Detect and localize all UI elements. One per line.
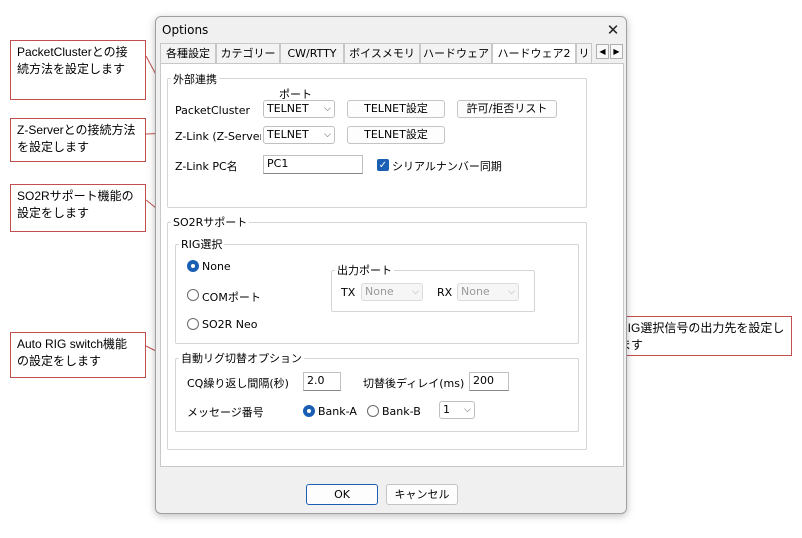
- callout-so2r: SO2Rサポート機能の設定をします: [10, 184, 146, 232]
- pc-name-label: Z-Link PC名: [175, 160, 238, 173]
- auto-rig-group: [175, 358, 579, 432]
- cq-interval-label: CQ繰り返し間隔(秒): [187, 377, 289, 390]
- auto-rig-label: 自動リグ切替オプション: [179, 350, 304, 366]
- permit-deny-list-button[interactable]: 許可/拒否リスト: [457, 100, 557, 118]
- switch-delay-input[interactable]: 200: [469, 372, 509, 391]
- zlink-port-value: TELNET: [267, 128, 309, 141]
- rig-none-radio[interactable]: [187, 260, 199, 272]
- callout-zserver: Z-Serverとの接続方法を設定します: [10, 118, 146, 162]
- chevron-down-icon: ⌵: [464, 405, 471, 415]
- tx-port-value: None: [365, 285, 394, 298]
- tab-scroll-left-icon[interactable]: ◀: [596, 44, 609, 59]
- rig-none-label: None: [202, 260, 231, 273]
- tab-voice-memory[interactable]: ボイスメモリ: [344, 43, 420, 63]
- chevron-down-icon: ⌵: [508, 287, 515, 297]
- cancel-button[interactable]: キャンセル: [386, 484, 458, 505]
- message-number-value: 1: [443, 403, 450, 416]
- bank-a-radio[interactable]: [303, 405, 315, 417]
- close-icon[interactable]: ✕: [604, 20, 622, 40]
- bank-a-label: Bank-A: [318, 405, 357, 418]
- callout-autorig: Auto RIG switch機能の設定をします: [10, 332, 146, 378]
- callout-autorig-text: Auto RIG switch機能の設定をします: [17, 337, 128, 368]
- callout-packetcluster-text: PacketClusterとの接続方法を設定します: [17, 45, 128, 76]
- tab-category[interactable]: カテゴリー: [216, 43, 280, 63]
- tab-more[interactable]: リ: [576, 43, 592, 63]
- serial-sync-label: シリアルナンバー同期: [392, 160, 502, 173]
- pc-name-input[interactable]: PC1: [263, 155, 363, 174]
- cq-interval-input[interactable]: 2.0: [303, 372, 341, 391]
- rx-port-value: None: [461, 285, 490, 298]
- message-number-select[interactable]: 1 ⌵: [439, 401, 475, 419]
- dialog-title: Options: [162, 23, 209, 37]
- callout-rig-signal-text: RIG選択信号の出力先を設定します: [619, 321, 785, 352]
- title-bar: Options ✕: [156, 17, 626, 45]
- zlink-telnet-settings-button[interactable]: TELNET設定: [347, 126, 445, 144]
- bank-b-label: Bank-B: [382, 405, 421, 418]
- chevron-down-icon: ⌵: [412, 287, 419, 297]
- chevron-down-icon: ⌵: [324, 130, 331, 140]
- tab-panel: 外部連携 ポート PacketCluster TELNET ⌵ TELNET設定 …: [160, 63, 624, 467]
- tab-hardware2[interactable]: ハードウェア2: [492, 43, 576, 64]
- tab-hardware[interactable]: ハードウェア: [420, 43, 492, 63]
- rig-so2rneo-radio[interactable]: [187, 318, 199, 330]
- chevron-down-icon: ⌵: [324, 104, 331, 114]
- packet-label: PacketCluster: [175, 104, 251, 117]
- message-number-label: メッセージ番号: [187, 406, 264, 419]
- switch-delay-label: 切替後ディレイ(ms): [363, 377, 465, 390]
- zlink-label: Z-Link (Z-Server): [175, 130, 261, 143]
- bank-b-radio[interactable]: [367, 405, 379, 417]
- external-group-label: 外部連携: [171, 71, 219, 87]
- ok-button[interactable]: OK: [306, 484, 378, 505]
- callout-zserver-text: Z-Serverとの接続方法を設定します: [17, 123, 136, 154]
- tx-port-select[interactable]: None ⌵: [361, 283, 423, 301]
- telnet-settings-button[interactable]: TELNET設定: [347, 100, 445, 118]
- tab-strip: 各種設定 カテゴリー CW/RTTY ボイスメモリ ハードウェア ハードウェア2…: [160, 43, 624, 64]
- rig-com-radio[interactable]: [187, 289, 199, 301]
- packet-port-select[interactable]: TELNET ⌵: [263, 100, 335, 118]
- options-dialog: Options ✕ 各種設定 カテゴリー CW/RTTY ボイスメモリ ハードウ…: [155, 16, 627, 514]
- so2r-group-label: SO2Rサポート: [171, 214, 250, 230]
- tab-cw-rtty[interactable]: CW/RTTY: [280, 43, 344, 63]
- callout-rig-signal: RIG選択信号の出力先を設定します: [612, 316, 792, 356]
- rx-port-select[interactable]: None ⌵: [457, 283, 519, 301]
- tab-scroll-right-icon[interactable]: ▶: [610, 44, 623, 59]
- callout-so2r-text: SO2Rサポート機能の設定をします: [17, 189, 134, 220]
- tab-general[interactable]: 各種設定: [160, 43, 216, 63]
- zlink-port-select[interactable]: TELNET ⌵: [263, 126, 335, 144]
- output-port-label: 出力ポート: [335, 262, 394, 278]
- rig-com-label: COMポート: [202, 291, 261, 304]
- rx-label: RX: [437, 286, 453, 299]
- rig-select-label: RIG選択: [179, 236, 225, 252]
- tx-label: TX: [341, 286, 356, 299]
- serial-sync-checkbox[interactable]: ✓: [377, 159, 389, 171]
- callout-packetcluster: PacketClusterとの接続方法を設定します: [10, 40, 146, 100]
- rig-so2rneo-label: SO2R Neo: [202, 318, 258, 331]
- packet-port-value: TELNET: [267, 102, 309, 115]
